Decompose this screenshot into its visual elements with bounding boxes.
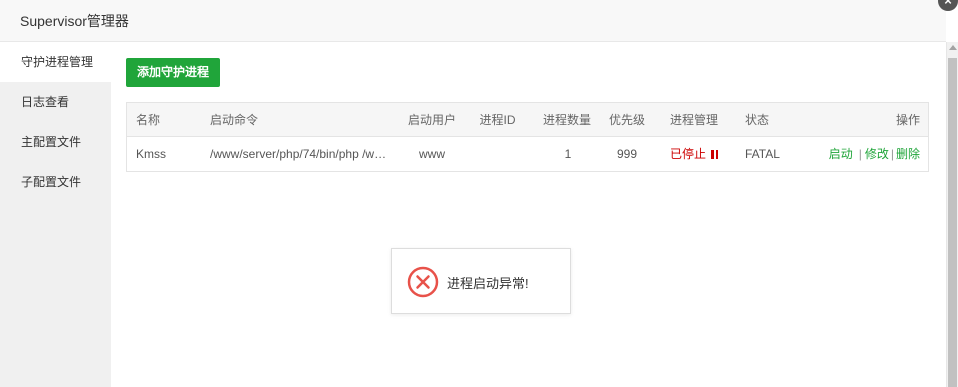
- edit-link[interactable]: 修改: [865, 147, 889, 161]
- table-header: 名称 启动命令 启动用户 进程ID 进程数量 优先级 进程管理 状态 操作: [127, 103, 928, 137]
- header-name: 名称: [136, 113, 161, 127]
- title-bar: Supervisor管理器: [0, 0, 946, 42]
- row-ops: 启动 | 修改 | 删除: [829, 137, 920, 171]
- header-ops: 操作: [895, 113, 920, 127]
- process-table: 名称 启动命令 启动用户 进程ID 进程数量 优先级 进程管理 状态 操作 Km…: [126, 102, 929, 172]
- add-daemon-button[interactable]: 添加守护进程: [126, 58, 220, 87]
- scroll-up-arrow-icon[interactable]: [949, 45, 957, 50]
- table-row: Kmss /www/server/php/74/bin/php /www/www…: [127, 137, 928, 171]
- main-panel: 添加守护进程 名称 启动命令 启动用户 进程ID 进程数量 优先级 进程管理 状…: [111, 42, 946, 387]
- error-circle-icon: [407, 266, 439, 298]
- op-separator: |: [890, 147, 894, 161]
- row-pid: [475, 137, 520, 171]
- header-state: 状态: [745, 113, 770, 127]
- sidebar-item-daemon-manager[interactable]: 守护进程管理: [0, 42, 111, 82]
- header-count: 进程数量: [542, 113, 591, 127]
- scroll-thumb[interactable]: [948, 58, 957, 387]
- sidebar-item-log-viewer[interactable]: 日志查看: [0, 82, 111, 122]
- header-manage: 进程管理: [669, 113, 718, 127]
- op-separator: |: [858, 147, 862, 161]
- header-user: 启动用户: [407, 113, 456, 127]
- row-user: www: [419, 147, 445, 161]
- header-command: 启动命令: [210, 113, 259, 127]
- start-link[interactable]: 启动: [829, 147, 853, 161]
- window-title: Supervisor管理器: [20, 13, 129, 29]
- stopped-status-label: 已停止: [669, 147, 706, 161]
- sidebar-item-sub-config[interactable]: 子配置文件: [0, 162, 111, 202]
- row-command: /www/server/php/74/bin/php /www/wwwroot/: [210, 147, 390, 161]
- row-name: Kmss: [136, 147, 166, 161]
- sidebar-item-main-config[interactable]: 主配置文件: [0, 122, 111, 162]
- vertical-scrollbar[interactable]: [946, 42, 958, 387]
- toast-message: 进程启动异常!: [447, 276, 529, 291]
- header-pid: 进程ID: [479, 113, 516, 127]
- row-priority: 999: [616, 147, 638, 161]
- row-manage[interactable]: 已停止: [665, 137, 723, 171]
- error-toast: 进程启动异常!: [391, 248, 571, 314]
- delete-link[interactable]: 删除: [896, 147, 920, 161]
- row-state: FATAL: [745, 147, 780, 161]
- header-priority: 优先级: [608, 113, 645, 127]
- sidebar: 守护进程管理 日志查看 主配置文件 子配置文件: [0, 42, 111, 387]
- pause-icon[interactable]: [711, 150, 718, 159]
- row-count: 1: [564, 147, 572, 161]
